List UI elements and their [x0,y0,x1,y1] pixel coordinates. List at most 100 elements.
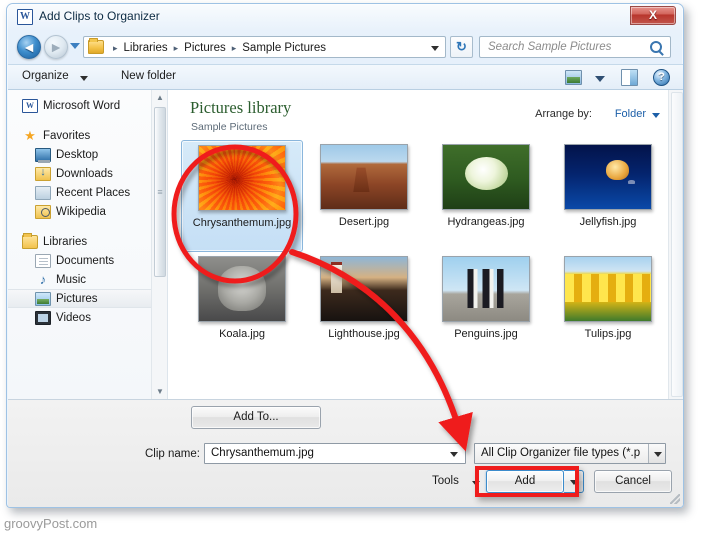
breadcrumb-separator: ▸ [173,42,179,53]
sidebar-item-label: Documents [56,254,115,267]
sidebar-item-label: Downloads [56,167,113,180]
command-toolbar: Organize New folder ? [8,64,683,90]
thumbnail-image [320,144,408,210]
file-item-penguins[interactable]: Penguins.jpg [425,252,547,364]
file-item-desert[interactable]: Desert.jpg [303,140,425,252]
star-icon: ★ [24,127,36,143]
scroll-up-icon[interactable]: ▲ [153,90,167,105]
sidebar-item-label: Wikipedia [56,205,106,218]
new-folder-button[interactable]: New folder [121,70,176,82]
tools-button[interactable]: Tools [432,475,459,487]
forward-arrow-icon: ► [49,39,63,55]
sidebar-item-microsoft-word[interactable]: W Microsoft Word [8,96,152,115]
file-name-label: Chrysanthemum.jpg [192,217,292,229]
sidebar-group-favorites[interactable]: ★ Favorites [8,126,152,145]
thumbnail-image [442,144,530,210]
breadcrumb: ▸ Libraries ▸ Pictures ▸ Sample Pictures [108,40,327,56]
sidebar-item-wikipedia[interactable]: Wikipedia [8,202,152,221]
sidebar-group-libraries[interactable]: Libraries [8,232,152,251]
sidebar-item-downloads[interactable]: Downloads [8,164,152,183]
back-arrow-icon: ◄ [22,39,36,55]
breadcrumb-item-sample-pictures[interactable]: Sample Pictures [241,42,327,54]
dialog-body: W Microsoft Word ★ Favorites Desktop ↓ D… [8,90,683,400]
sidebar-item-label: Videos [56,311,91,324]
add-to-button[interactable]: Add To... [191,406,321,429]
add-split-chevron-down-icon[interactable] [564,470,584,493]
tools-chevron-down-icon[interactable] [472,481,480,486]
sidebar-item-label: Libraries [43,235,88,248]
navigation-scrollbar[interactable]: ▲ ▼ [151,90,167,399]
back-button[interactable]: ◄ [17,35,41,59]
file-dialog-window: W Add Clips to Organizer X ◄ ► ▸ Librari… [6,3,684,508]
sidebar-item-label: Favorites [43,129,91,142]
forward-button[interactable]: ► [44,35,68,59]
thumbnail-image [442,256,530,322]
file-type-chevron-down-icon[interactable] [648,444,665,463]
breadcrumb-item-pictures[interactable]: Pictures [183,42,227,54]
sidebar-item-documents[interactable]: Documents [8,251,152,270]
sidebar-item-recent-places[interactable]: Recent Places [8,183,152,202]
help-icon[interactable]: ? [653,69,670,86]
file-item-chrysanthemum[interactable]: Chrysanthemum.jpg [181,140,303,252]
file-type-select[interactable]: All Clip Organizer file types (*.p [474,443,666,464]
file-name-label: Hydrangeas.jpg [447,216,525,228]
search-icon [650,41,662,53]
libraries-icon [22,232,38,249]
sidebar-item-music[interactable]: ♪ Music [8,270,152,289]
word-icon: W [22,98,38,113]
clip-name-input[interactable]: Chrysanthemum.jpg [204,443,466,464]
navigation-pane: W Microsoft Word ★ Favorites Desktop ↓ D… [8,90,168,399]
desktop-icon [35,147,51,163]
file-item-hydrangeas[interactable]: Hydrangeas.jpg [425,140,547,252]
clip-name-chevron-down-icon[interactable] [450,452,458,457]
thumbnail-image [198,145,286,211]
arrange-by-label: Arrange by: [535,108,592,120]
sidebar-item-desktop[interactable]: Desktop [8,145,152,164]
close-button[interactable]: X [630,6,676,25]
breadcrumb-item-libraries[interactable]: Libraries [123,42,169,54]
sidebar-item-label: Music [56,273,87,286]
page-subtitle: Sample Pictures [191,121,268,133]
cancel-button[interactable]: Cancel [594,470,672,493]
add-button[interactable]: Add [486,470,564,493]
change-view-icon[interactable] [565,70,582,85]
address-chevron-down-icon[interactable] [431,46,439,51]
file-type-value: All Clip Organizer file types (*.p [481,447,641,459]
resize-grip[interactable] [670,494,680,504]
sidebar-item-label: Pictures [56,292,98,305]
close-icon: X [648,8,657,22]
file-item-jellyfish[interactable]: Jellyfish.jpg [547,140,669,252]
refresh-button[interactable]: ↻ [450,36,473,58]
scroll-down-icon[interactable]: ▼ [153,384,167,399]
file-pane-scrollbar[interactable] [668,90,683,399]
music-icon: ♪ [39,271,47,287]
pictures-icon [35,291,51,306]
arrange-by-value[interactable]: Folder [615,108,646,120]
screenshot-root: W Add Clips to Organizer X ◄ ► ▸ Librari… [0,0,703,534]
recent-locations-chevron-down-icon[interactable] [70,43,80,49]
sidebar-item-label: Desktop [56,148,99,161]
sidebar-item-videos[interactable]: Videos [8,308,152,327]
file-item-lighthouse[interactable]: Lighthouse.jpg [303,252,425,364]
organize-chevron-down-icon[interactable] [80,76,88,81]
wikipedia-icon [35,204,51,219]
window-title: Add Clips to Organizer [39,9,160,23]
videos-icon [35,310,51,325]
scrollbar-thumb[interactable] [154,107,166,277]
recent-places-icon [35,185,51,200]
search-input[interactable]: Search Sample Pictures [479,36,671,58]
downloads-icon [35,166,51,181]
breadcrumb-separator: ▸ [231,42,237,53]
arrange-chevron-down-icon[interactable] [652,113,660,118]
address-breadcrumb-bar[interactable]: ▸ Libraries ▸ Pictures ▸ Sample Pictures [83,36,446,58]
documents-icon [35,253,51,268]
organize-button[interactable]: Organize [22,70,69,82]
scrollbar-track[interactable] [671,92,683,397]
preview-pane-icon[interactable] [621,69,638,86]
sidebar-item-pictures[interactable]: Pictures [8,289,152,308]
file-item-koala[interactable]: Koala.jpg [181,252,303,364]
file-list-pane: Pictures library Sample Pictures Arrange… [169,90,683,399]
view-chevron-down-icon[interactable] [595,76,605,82]
file-item-tulips[interactable]: Tulips.jpg [547,252,669,364]
